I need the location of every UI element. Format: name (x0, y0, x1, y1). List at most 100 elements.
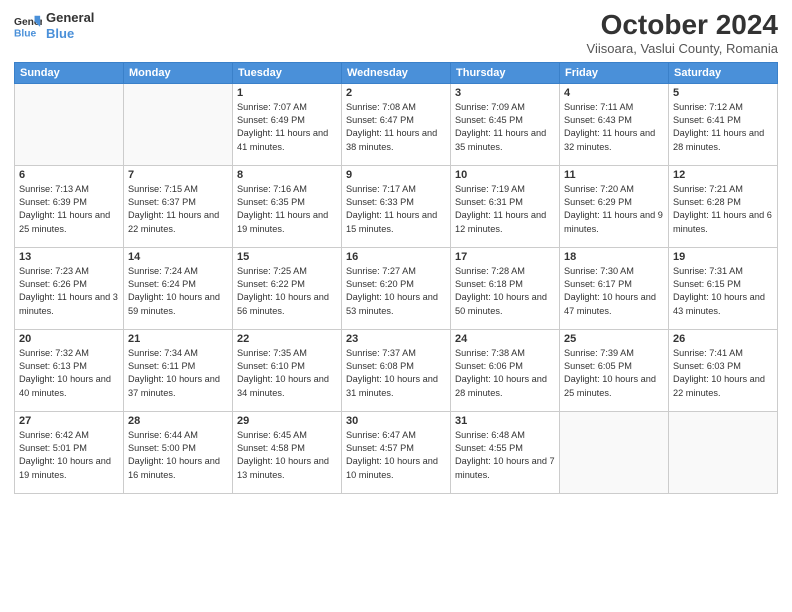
calendar-cell: 1 Sunrise: 7:07 AMSunset: 6:49 PMDaylight… (233, 83, 342, 165)
calendar-cell: 28 Sunrise: 6:44 AMSunset: 5:00 PMDayligh… (124, 411, 233, 493)
calendar-cell: 7 Sunrise: 7:15 AMSunset: 6:37 PMDaylight… (124, 165, 233, 247)
title-block: October 2024 Viisoara, Vaslui County, Ro… (587, 10, 778, 56)
calendar-cell: 30Sunrise: 6:47 AMSunset: 4:57 PMDayligh… (342, 411, 451, 493)
calendar-cell: 29Sunrise: 6:45 AMSunset: 4:58 PMDayligh… (233, 411, 342, 493)
calendar-header-saturday: Saturday (669, 62, 778, 83)
calendar-header-sunday: Sunday (15, 62, 124, 83)
calendar-cell: 16Sunrise: 7:27 AMSunset: 6:20 PMDayligh… (342, 247, 451, 329)
day-number: 21 (128, 333, 228, 345)
calendar-week-3: 13 Sunrise: 7:23 AMSunset: 6:26 PMDayligh… (15, 247, 778, 329)
day-number: 5 (673, 87, 773, 99)
calendar-cell: 27Sunrise: 6:42 AMSunset: 5:01 PMDayligh… (15, 411, 124, 493)
calendar-header-wednesday: Wednesday (342, 62, 451, 83)
logo-blue: Blue (46, 26, 94, 42)
cell-info: Sunrise: 7:21 AMSunset: 6:28 PMDaylight:… (673, 183, 773, 236)
day-number: 16 (346, 251, 446, 263)
cell-info: Sunrise: 7:30 AMSunset: 6:17 PMDaylight:… (564, 265, 664, 318)
calendar-cell: 25Sunrise: 7:39 AMSunset: 6:05 PMDayligh… (560, 329, 669, 411)
calendar-week-5: 27Sunrise: 6:42 AMSunset: 5:01 PMDayligh… (15, 411, 778, 493)
cell-info: Sunrise: 7:32 AMSunset: 6:13 PMDaylight:… (19, 347, 119, 400)
cell-info: Sunrise: 7:24 AMSunset: 6:24 PMDaylight:… (128, 265, 228, 318)
calendar-cell: 23 Sunrise: 7:37 AMSunset: 6:08 PMDayligh… (342, 329, 451, 411)
calendar-cell: 18 Sunrise: 7:30 AMSunset: 6:17 PMDayligh… (560, 247, 669, 329)
day-number: 12 (673, 169, 773, 181)
calendar-cell (560, 411, 669, 493)
calendar-week-2: 6 Sunrise: 7:13 AMSunset: 6:39 PMDaylight… (15, 165, 778, 247)
calendar-cell: 13 Sunrise: 7:23 AMSunset: 6:26 PMDayligh… (15, 247, 124, 329)
calendar-cell: 8 Sunrise: 7:16 AMSunset: 6:35 PMDaylight… (233, 165, 342, 247)
calendar-header-thursday: Thursday (451, 62, 560, 83)
cell-info: Sunrise: 6:47 AMSunset: 4:57 PMDaylight:… (346, 429, 446, 482)
day-number: 19 (673, 251, 773, 263)
calendar-cell: 9 Sunrise: 7:17 AMSunset: 6:33 PMDaylight… (342, 165, 451, 247)
calendar-cell: 17Sunrise: 7:28 AMSunset: 6:18 PMDayligh… (451, 247, 560, 329)
calendar-header-monday: Monday (124, 62, 233, 83)
day-number: 14 (128, 251, 228, 263)
cell-info: Sunrise: 7:31 AMSunset: 6:15 PMDaylight:… (673, 265, 773, 318)
cell-info: Sunrise: 7:23 AMSunset: 6:26 PMDaylight:… (19, 265, 119, 318)
cell-info: Sunrise: 7:35 AMSunset: 6:10 PMDaylight:… (237, 347, 337, 400)
cell-info: Sunrise: 6:44 AMSunset: 5:00 PMDaylight:… (128, 429, 228, 482)
cell-info: Sunrise: 7:20 AMSunset: 6:29 PMDaylight:… (564, 183, 664, 236)
day-number: 11 (564, 169, 664, 181)
day-number: 9 (346, 169, 446, 181)
cell-info: Sunrise: 7:41 AMSunset: 6:03 PMDaylight:… (673, 347, 773, 400)
day-number: 28 (128, 415, 228, 427)
day-number: 22 (237, 333, 337, 345)
day-number: 10 (455, 169, 555, 181)
calendar-cell: 15Sunrise: 7:25 AMSunset: 6:22 PMDayligh… (233, 247, 342, 329)
calendar-header-tuesday: Tuesday (233, 62, 342, 83)
calendar-cell: 12 Sunrise: 7:21 AMSunset: 6:28 PMDayligh… (669, 165, 778, 247)
cell-info: Sunrise: 7:16 AMSunset: 6:35 PMDaylight:… (237, 183, 337, 236)
calendar-cell: 4Sunrise: 7:11 AMSunset: 6:43 PMDaylight… (560, 83, 669, 165)
calendar-cell: 20 Sunrise: 7:32 AMSunset: 6:13 PMDayligh… (15, 329, 124, 411)
day-number: 1 (237, 87, 337, 99)
cell-info: Sunrise: 7:25 AMSunset: 6:22 PMDaylight:… (237, 265, 337, 318)
calendar-cell: 22 Sunrise: 7:35 AMSunset: 6:10 PMDayligh… (233, 329, 342, 411)
day-number: 20 (19, 333, 119, 345)
calendar-cell: 21Sunrise: 7:34 AMSunset: 6:11 PMDayligh… (124, 329, 233, 411)
header: General Blue General Blue October 2024 V… (14, 10, 778, 56)
calendar-cell: 2 Sunrise: 7:08 AMSunset: 6:47 PMDaylight… (342, 83, 451, 165)
page: General Blue General Blue October 2024 V… (0, 0, 792, 612)
day-number: 18 (564, 251, 664, 263)
calendar-week-4: 20 Sunrise: 7:32 AMSunset: 6:13 PMDayligh… (15, 329, 778, 411)
cell-info: Sunrise: 7:11 AMSunset: 6:43 PMDaylight:… (564, 101, 664, 154)
calendar-cell: 3Sunrise: 7:09 AMSunset: 6:45 PMDaylight… (451, 83, 560, 165)
calendar-header-row: SundayMondayTuesdayWednesdayThursdayFrid… (15, 62, 778, 83)
calendar-cell: 6 Sunrise: 7:13 AMSunset: 6:39 PMDaylight… (15, 165, 124, 247)
cell-info: Sunrise: 7:39 AMSunset: 6:05 PMDaylight:… (564, 347, 664, 400)
cell-info: Sunrise: 6:48 AMSunset: 4:55 PMDaylight:… (455, 429, 555, 482)
month-title: October 2024 (587, 10, 778, 41)
logo-general: General (46, 10, 94, 26)
day-number: 24 (455, 333, 555, 345)
calendar-cell: 26 Sunrise: 7:41 AMSunset: 6:03 PMDayligh… (669, 329, 778, 411)
calendar-cell (15, 83, 124, 165)
day-number: 23 (346, 333, 446, 345)
cell-info: Sunrise: 7:37 AMSunset: 6:08 PMDaylight:… (346, 347, 446, 400)
calendar-cell: 5 Sunrise: 7:12 AMSunset: 6:41 PMDaylight… (669, 83, 778, 165)
day-number: 7 (128, 169, 228, 181)
day-number: 26 (673, 333, 773, 345)
cell-info: Sunrise: 7:07 AMSunset: 6:49 PMDaylight:… (237, 101, 337, 154)
cell-info: Sunrise: 7:08 AMSunset: 6:47 PMDaylight:… (346, 101, 446, 154)
day-number: 8 (237, 169, 337, 181)
calendar-cell: 14 Sunrise: 7:24 AMSunset: 6:24 PMDayligh… (124, 247, 233, 329)
day-number: 6 (19, 169, 119, 181)
day-number: 31 (455, 415, 555, 427)
logo: General Blue General Blue (14, 10, 94, 41)
day-number: 2 (346, 87, 446, 99)
location: Viisoara, Vaslui County, Romania (587, 41, 778, 56)
cell-info: Sunrise: 7:12 AMSunset: 6:41 PMDaylight:… (673, 101, 773, 154)
cell-info: Sunrise: 7:13 AMSunset: 6:39 PMDaylight:… (19, 183, 119, 236)
day-number: 13 (19, 251, 119, 263)
cell-info: Sunrise: 6:45 AMSunset: 4:58 PMDaylight:… (237, 429, 337, 482)
calendar-header-friday: Friday (560, 62, 669, 83)
cell-info: Sunrise: 7:15 AMSunset: 6:37 PMDaylight:… (128, 183, 228, 236)
cell-info: Sunrise: 7:09 AMSunset: 6:45 PMDaylight:… (455, 101, 555, 154)
calendar-cell: 11 Sunrise: 7:20 AMSunset: 6:29 PMDayligh… (560, 165, 669, 247)
cell-info: Sunrise: 7:28 AMSunset: 6:18 PMDaylight:… (455, 265, 555, 318)
calendar-cell: 10Sunrise: 7:19 AMSunset: 6:31 PMDayligh… (451, 165, 560, 247)
day-number: 27 (19, 415, 119, 427)
cell-info: Sunrise: 7:17 AMSunset: 6:33 PMDaylight:… (346, 183, 446, 236)
